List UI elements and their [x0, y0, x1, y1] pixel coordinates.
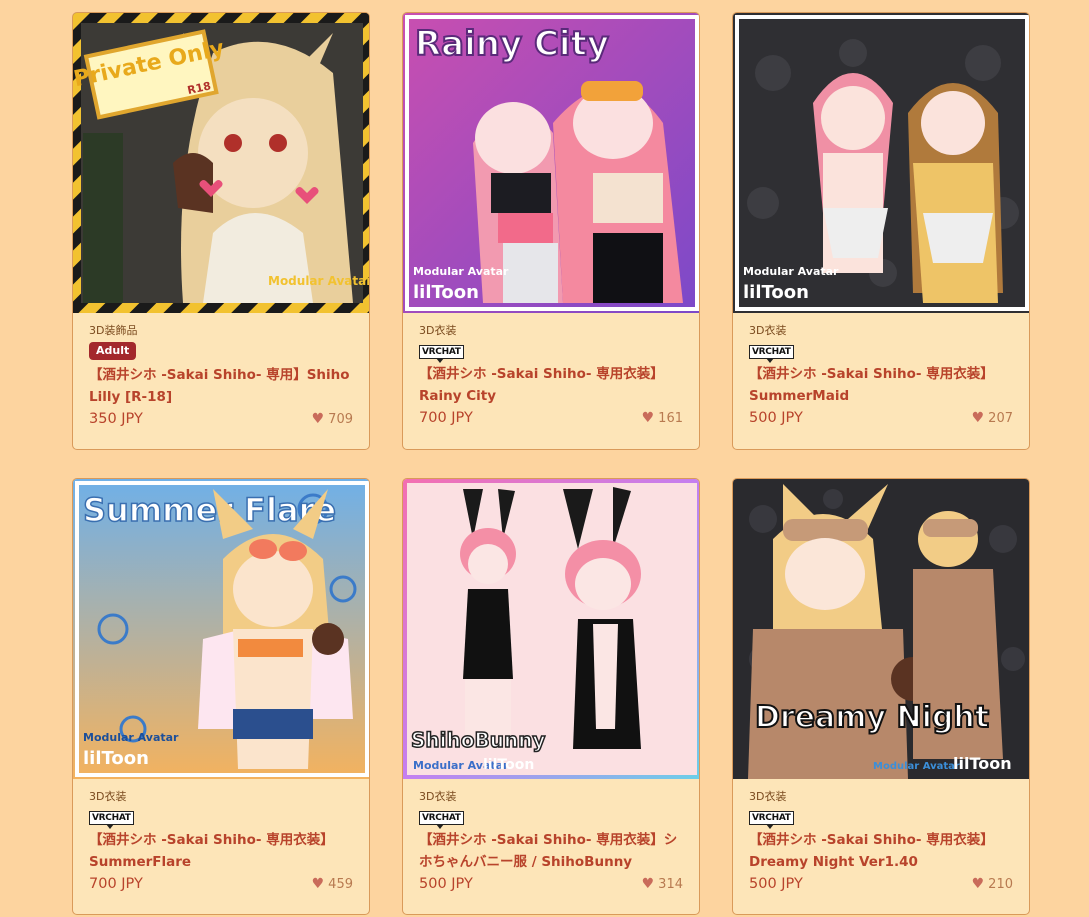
adult-badge: Adult — [89, 342, 137, 360]
svg-text:Modular Avatar: Modular Avatar — [743, 265, 839, 278]
like-button[interactable]: ♥ 709 — [312, 411, 353, 427]
price: 500 JPY — [749, 876, 803, 892]
like-count: 459 — [328, 876, 353, 892]
heart-icon: ♥ — [311, 411, 325, 427]
product-card[interactable]: Modular Avatar lilToon 3D衣装 VRCHAT 【酒井シホ… — [732, 12, 1030, 450]
category-label[interactable]: 3D衣装 — [749, 323, 1013, 339]
svg-text:lilToon: lilToon — [413, 282, 479, 303]
vrchat-badge: VRCHAT — [419, 345, 464, 363]
like-button[interactable]: ♥ 161 — [642, 410, 683, 426]
product-card[interactable]: ShihoBunny Modular Avatar lilToon 3D衣装 V… — [402, 478, 700, 915]
vrchat-badge: VRCHAT — [89, 811, 134, 829]
category-label[interactable]: 3D衣装 — [419, 789, 683, 805]
product-title[interactable]: 【酒井シホ -Sakai Shiho- 専用衣装】SummerFlare — [89, 829, 353, 873]
product-card[interactable]: Summer Flare Modular Avatar lilToon 3D衣装… — [72, 478, 370, 915]
svg-text:ShihoBunny: ShihoBunny — [411, 728, 545, 752]
svg-text:lilToon: lilToon — [743, 282, 809, 303]
category-label[interactable]: 3D衣装 — [419, 323, 683, 339]
product-thumbnail[interactable]: Summer Flare Modular Avatar lilToon — [73, 479, 369, 779]
svg-text:Modular Avatar: Modular Avatar — [413, 265, 509, 278]
thumbnail-image: Private Only R18 Modular Avatar — [73, 13, 370, 313]
price: 500 JPY — [749, 410, 803, 426]
like-button[interactable]: ♥ 207 — [972, 410, 1013, 426]
heart-icon: ♥ — [971, 876, 985, 892]
product-thumbnail[interactable]: Rainy City Modular Avatar lilToon — [403, 13, 699, 313]
price: 350 JPY — [89, 411, 143, 427]
vrchat-badge: VRCHAT — [749, 811, 794, 829]
thumbnail-image: Summer Flare Modular Avatar lilToon — [73, 479, 369, 779]
svg-text:lilToon: lilToon — [953, 754, 1012, 773]
svg-text:Modular Avatar: Modular Avatar — [83, 731, 179, 744]
category-label[interactable]: 3D装飾品 — [89, 323, 353, 339]
price: 700 JPY — [419, 410, 473, 426]
like-button[interactable]: ♥ 459 — [312, 876, 353, 892]
heart-icon: ♥ — [641, 876, 655, 892]
thumbnail-image: Rainy City Modular Avatar lilToon — [403, 13, 699, 313]
svg-text:Modular Avatar: Modular Avatar — [873, 761, 960, 772]
product-card[interactable]: Rainy City Modular Avatar lilToon 3D衣装 V… — [402, 12, 700, 450]
product-title[interactable]: 【酒井シホ -Sakai Shiho- 専用】Shiho Lilly [R-18… — [89, 364, 353, 408]
like-count: 314 — [658, 876, 683, 892]
vrchat-badge: VRCHAT — [749, 345, 794, 363]
thumbnail-image: Dreamy Night Modular Avatar lilToon — [733, 479, 1029, 779]
product-card[interactable]: Private Only R18 Modular Avatar 3D装飾品 Ad… — [72, 12, 370, 450]
product-title[interactable]: 【酒井シホ -Sakai Shiho- 専用衣装】Rainy City — [419, 363, 683, 407]
like-button[interactable]: ♥ 210 — [972, 876, 1013, 892]
like-count: 709 — [328, 411, 353, 427]
heart-icon: ♥ — [311, 876, 325, 892]
like-count: 161 — [658, 410, 683, 426]
category-label[interactable]: 3D衣装 — [89, 789, 353, 805]
product-title[interactable]: 【酒井シホ -Sakai Shiho- 専用衣装】SummerMaid — [749, 363, 1013, 407]
price: 700 JPY — [89, 876, 143, 892]
product-title[interactable]: 【酒井シホ -Sakai Shiho- 専用衣装】シホちゃんバニー服 / Shi… — [419, 829, 683, 873]
svg-text:lilToon: lilToon — [83, 748, 149, 769]
svg-text:Dreamy Night: Dreamy Night — [755, 700, 989, 735]
heart-icon: ♥ — [641, 410, 655, 426]
product-thumbnail[interactable]: ShihoBunny Modular Avatar lilToon — [403, 479, 699, 779]
vrchat-badge: VRCHAT — [419, 811, 464, 829]
product-thumbnail[interactable]: Dreamy Night Modular Avatar lilToon — [733, 479, 1029, 779]
product-thumbnail[interactable]: Modular Avatar lilToon — [733, 13, 1029, 313]
like-button[interactable]: ♥ 314 — [642, 876, 683, 892]
svg-text:lilToon: lilToon — [483, 757, 534, 773]
category-label[interactable]: 3D衣装 — [749, 789, 1013, 805]
product-title[interactable]: 【酒井シホ -Sakai Shiho- 専用衣装】Dreamy Night Ve… — [749, 829, 1013, 873]
thumbnail-image: Modular Avatar lilToon — [733, 13, 1029, 313]
svg-text:Modular Avatar: Modular Avatar — [268, 274, 370, 288]
heart-icon: ♥ — [971, 410, 985, 426]
product-thumbnail[interactable]: Private Only R18 Modular Avatar — [73, 13, 370, 313]
thumbnail-image: ShihoBunny Modular Avatar lilToon — [403, 479, 699, 779]
like-count: 210 — [988, 876, 1013, 892]
svg-text:Rainy City: Rainy City — [415, 24, 609, 64]
like-count: 207 — [988, 410, 1013, 426]
price: 500 JPY — [419, 876, 473, 892]
product-card[interactable]: Dreamy Night Modular Avatar lilToon 3D衣装… — [732, 478, 1030, 915]
